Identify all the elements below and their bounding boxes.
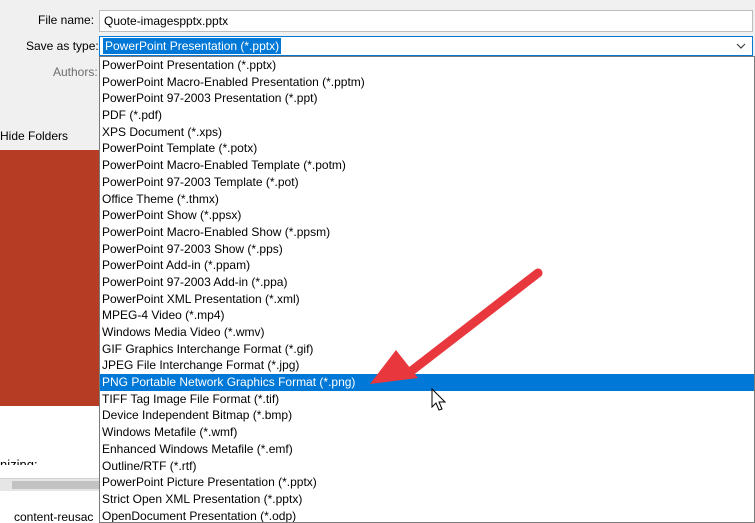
save-as-type-label: Save as type: xyxy=(26,39,99,53)
dropdown-option[interactable]: PowerPoint 97-2003 Template (*.pot) xyxy=(100,174,754,191)
file-name-input[interactable]: Quote-imagespptx.pptx xyxy=(99,10,753,32)
dropdown-option[interactable]: PowerPoint 97-2003 Presentation (*.ppt) xyxy=(100,90,754,107)
dropdown-option[interactable]: PowerPoint Macro-Enabled Show (*.ppsm) xyxy=(100,224,754,241)
dropdown-option[interactable]: OpenDocument Presentation (*.odp) xyxy=(100,508,754,522)
dropdown-option[interactable]: Enhanced Windows Metafile (*.emf) xyxy=(100,441,754,458)
dropdown-option[interactable]: Strict Open XML Presentation (*.pptx) xyxy=(100,491,754,508)
dropdown-option[interactable]: PowerPoint 97-2003 Show (*.pps) xyxy=(100,241,754,258)
file-type-dropdown-list[interactable]: PowerPoint Presentation (*.pptx) PowerPoi… xyxy=(99,56,755,523)
dropdown-option[interactable]: Outline/RTF (*.rtf) xyxy=(100,458,754,475)
dropdown-option[interactable]: JPEG File Interchange Format (*.jpg) xyxy=(100,357,754,374)
dropdown-option[interactable]: TIFF Tag Image File Format (*.tif) xyxy=(100,391,754,408)
dropdown-option[interactable]: MPEG-4 Video (*.mp4) xyxy=(100,307,754,324)
authors-label: Authors: xyxy=(53,65,98,79)
file-name-label: File name: xyxy=(38,13,95,27)
horizontal-scrollbar[interactable] xyxy=(0,478,99,491)
dropdown-option[interactable]: PowerPoint Add-in (*.ppam) xyxy=(100,257,754,274)
dropdown-option[interactable]: Windows Media Video (*.wmv) xyxy=(100,324,754,341)
dropdown-option[interactable]: PDF (*.pdf) xyxy=(100,107,754,124)
chevron-down-icon[interactable] xyxy=(736,38,746,54)
dropdown-option[interactable]: PowerPoint Macro-Enabled Presentation (*… xyxy=(100,74,754,91)
dropdown-option[interactable]: PowerPoint Show (*.ppsx) xyxy=(100,207,754,224)
scrollbar-thumb[interactable] xyxy=(12,481,99,489)
dropdown-option[interactable]: PowerPoint 97-2003 Add-in (*.ppa) xyxy=(100,274,754,291)
dropdown-option[interactable]: GIF Graphics Interchange Format (*.gif) xyxy=(100,341,754,358)
save-as-type-value: PowerPoint Presentation (*.pptx) xyxy=(103,38,282,54)
dropdown-option[interactable]: Device Independent Bitmap (*.bmp) xyxy=(100,407,754,424)
slide-thumbnail xyxy=(0,150,99,406)
dropdown-option[interactable]: PNG Portable Network Graphics Format (*.… xyxy=(100,374,754,391)
dropdown-option[interactable]: PowerPoint Presentation (*.pptx) xyxy=(100,57,754,74)
save-as-type-select[interactable]: PowerPoint Presentation (*.pptx) xyxy=(99,36,753,56)
dropdown-option[interactable]: PowerPoint Picture Presentation (*.pptx) xyxy=(100,474,754,491)
organizing-label: nizing: xyxy=(0,457,38,465)
file-list-item[interactable]: content-reusac xyxy=(14,510,99,523)
dropdown-option[interactable]: XPS Document (*.xps) xyxy=(100,124,754,141)
dropdown-option[interactable]: Office Theme (*.thmx) xyxy=(100,191,754,208)
dropdown-option[interactable]: PowerPoint Macro-Enabled Template (*.pot… xyxy=(100,157,754,174)
dropdown-option[interactable]: PowerPoint XML Presentation (*.xml) xyxy=(100,291,754,308)
dropdown-option[interactable]: Windows Metafile (*.wmf) xyxy=(100,424,754,441)
hide-folders-button[interactable]: Hide Folders xyxy=(0,129,68,143)
dropdown-option[interactable]: PowerPoint Template (*.potx) xyxy=(100,140,754,157)
